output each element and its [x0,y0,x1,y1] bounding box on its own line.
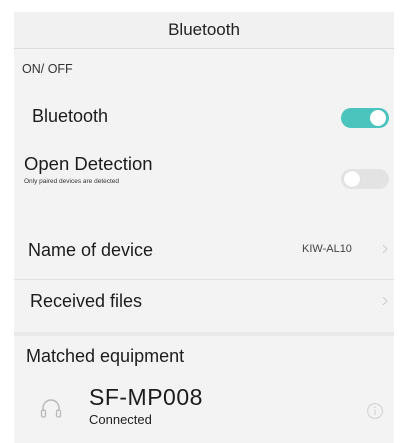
open-detection-sublabel: Only paired devices are detected [24,178,120,185]
matched-equipment-title: Matched equipment [26,346,185,366]
received-files-row[interactable]: Received files [14,282,394,322]
matched-device-item[interactable]: SF-MP008 Connected [14,380,394,436]
open-detection-label: Open Detection [24,153,153,174]
headphones-icon [40,399,62,418]
name-of-device-label: Name of device [28,240,154,260]
toggle-knob [344,171,360,187]
device-name: SF-MP008 [89,384,203,410]
page-title: Bluetooth [14,12,394,49]
bluetooth-settings-screen: Bluetooth ON/ OFF Bluetooth Open Detecti… [14,12,394,443]
name-of-device-row[interactable]: Name of device KIW-AL10 [14,230,394,270]
toggle-knob [370,110,386,126]
chevron-right-icon [382,296,388,306]
section-label-on-off: ON/ OFF [22,62,73,76]
open-detection-toggle[interactable] [341,169,389,189]
bluetooth-label: Bluetooth [32,106,109,126]
bluetooth-row[interactable]: Bluetooth [14,96,394,136]
chevron-right-icon [382,244,388,254]
received-files-label: Received files [30,291,143,311]
bluetooth-toggle[interactable] [341,108,389,128]
device-status: Connected [89,412,152,427]
divider [14,279,394,280]
open-detection-row[interactable]: Open Detection Only paired devices are d… [14,150,394,200]
device-name-value: KIW-AL10 [302,243,352,255]
page-title-text: Bluetooth [168,20,240,39]
divider [14,332,394,336]
info-icon[interactable] [366,402,384,420]
